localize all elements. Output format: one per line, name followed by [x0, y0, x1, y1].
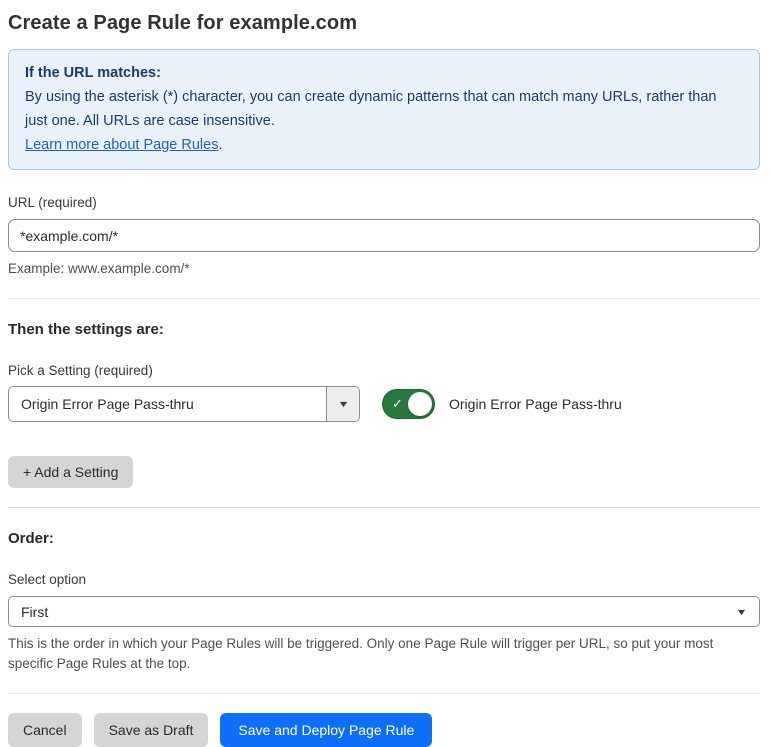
- url-label: URL (required): [8, 195, 97, 210]
- settings-section-heading: Then the settings are:: [8, 321, 164, 338]
- info-box-link-line: Learn more about Page Rules.: [25, 133, 743, 157]
- divider: [8, 298, 760, 299]
- cancel-button[interactable]: Cancel: [8, 713, 82, 747]
- url-match-info-box: If the URL matches: By using the asteris…: [8, 49, 760, 170]
- learn-more-link[interactable]: Learn more about Page Rules: [25, 137, 218, 153]
- info-box-heading: If the URL matches:: [25, 65, 161, 81]
- url-input[interactable]: [8, 219, 760, 252]
- order-select-value: First: [21, 603, 49, 620]
- page-title: Create a Page Rule for example.com: [8, 12, 358, 34]
- setting-row: Origin Error Page Pass-thru ▼ ✓ Origin E…: [8, 386, 760, 422]
- toggle-knob: [408, 392, 432, 416]
- order-helper-text: This is the order in which your Page Rul…: [8, 636, 714, 671]
- add-setting-button[interactable]: + Add a Setting: [8, 456, 134, 488]
- info-box-body: By using the asterisk (*) character, you…: [25, 89, 717, 129]
- chevron-down-icon: ▼: [336, 398, 350, 409]
- link-period: .: [218, 137, 223, 153]
- url-helper-text: Example: www.example.com/*: [8, 261, 190, 276]
- save-and-deploy-button[interactable]: Save and Deploy Page Rule: [220, 713, 433, 747]
- divider: [8, 693, 760, 694]
- pick-setting-label: Pick a Setting (required): [8, 363, 153, 378]
- setting-dropdown[interactable]: Origin Error Page Pass-thru ▼: [8, 386, 360, 422]
- setting-toggle-label: Origin Error Page Pass-thru: [449, 396, 622, 412]
- setting-dropdown-value: Origin Error Page Pass-thru: [21, 396, 194, 412]
- chevron-down-icon: ▼: [735, 607, 748, 617]
- setting-dropdown-arrow-button[interactable]: ▼: [326, 387, 359, 421]
- save-as-draft-button[interactable]: Save as Draft: [93, 713, 209, 747]
- order-select[interactable]: First ▼: [8, 596, 760, 627]
- divider: [8, 507, 760, 508]
- order-select-label: Select option: [8, 572, 87, 587]
- setting-toggle[interactable]: ✓: [382, 389, 435, 419]
- footer-actions: Cancel Save as Draft Save and Deploy Pag…: [8, 713, 760, 747]
- check-icon: ✓: [392, 396, 403, 411]
- order-section-heading: Order:: [8, 530, 54, 547]
